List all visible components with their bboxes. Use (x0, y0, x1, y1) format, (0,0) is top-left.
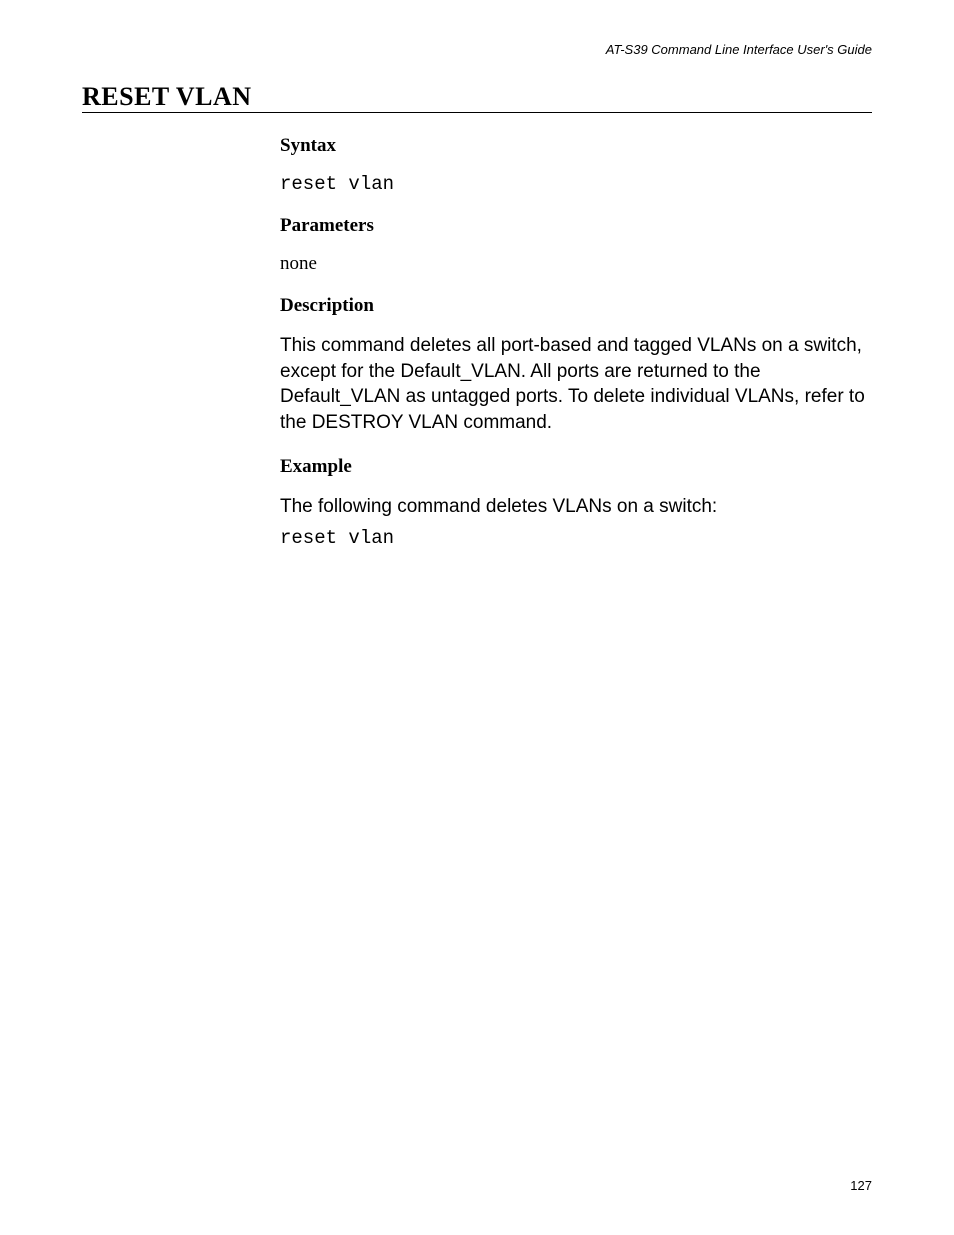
page-title: RESET VLAN (82, 82, 252, 112)
example-code: reset vlan (280, 527, 880, 549)
example-heading: Example (280, 456, 880, 478)
parameters-heading: Parameters (280, 215, 880, 237)
syntax-code: reset vlan (280, 173, 880, 195)
description-heading: Description (280, 295, 880, 317)
page-number: 127 (850, 1178, 872, 1193)
description-text: This command deletes all port-based and … (280, 333, 880, 436)
content-area: Syntax reset vlan Parameters none Descri… (280, 135, 880, 557)
parameters-text: none (280, 253, 880, 275)
example-intro: The following command deletes VLANs on a… (280, 494, 880, 520)
title-rule (82, 112, 872, 113)
header-guide-title: AT-S39 Command Line Interface User's Gui… (606, 42, 872, 57)
syntax-heading: Syntax (280, 135, 880, 157)
